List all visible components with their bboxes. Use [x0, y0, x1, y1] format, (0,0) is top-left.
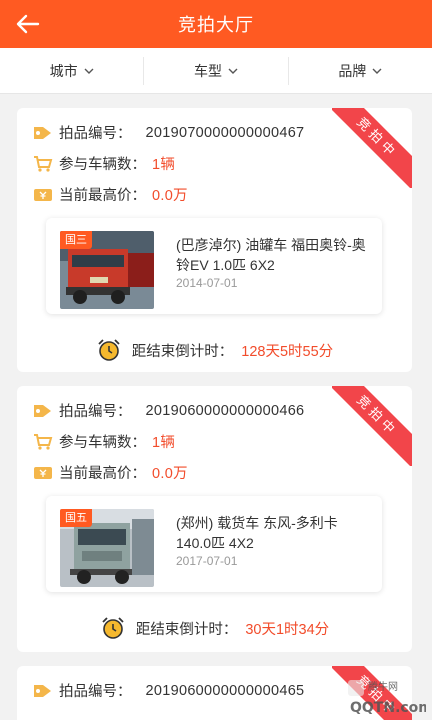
- vehicle-description: (巴彦淖尔) 油罐车 福田奥铃-奥铃EV 1.0匹 6X2: [176, 237, 366, 273]
- arrow-left-icon: [16, 14, 40, 34]
- vehicle-description: (郑州) 载货车 东风-多利卡 140.0匹 4X2: [176, 515, 338, 551]
- vehicle-count-row: 参与车辆数： 1辆: [33, 431, 175, 452]
- countdown-value: 30天1时34分: [245, 621, 330, 638]
- vehicle-count-row: 参与车辆数： 1辆: [33, 153, 175, 174]
- vehicle-photo: 国三: [60, 231, 154, 309]
- highest-price-value: 0.0万: [152, 188, 188, 204]
- alarm-clock-icon: [96, 338, 122, 362]
- tag-icon: [33, 402, 53, 420]
- lot-number-label: 拍品编号：: [59, 126, 132, 142]
- lot-number-value: 2019060000000000466: [145, 402, 305, 419]
- lot-number-row: 拍品编号： 2019060000000000465: [33, 680, 304, 701]
- emission-badge: 国三: [60, 231, 92, 249]
- highest-price-row: 当前最高价： 0.0万: [33, 462, 188, 483]
- lot-number-row: 拍品编号： 2019060000000000466: [33, 400, 304, 421]
- countdown-row: 距结束倒计时： 128天5时55分: [17, 338, 412, 362]
- vehicle-photo: 国五: [60, 509, 154, 587]
- tag-icon: [33, 682, 53, 700]
- countdown-label: 距结束倒计时：: [131, 343, 234, 360]
- back-button[interactable]: [14, 10, 42, 38]
- tag-icon: [33, 124, 53, 142]
- lot-number-label: 拍品编号：: [59, 404, 132, 420]
- vehicle-count-label: 参与车辆数：: [59, 435, 146, 451]
- status-ribbon: 竞拍中: [332, 386, 412, 466]
- vehicle-count-value: 1辆: [152, 157, 176, 173]
- lot-number-value: 2019060000000000465: [145, 682, 305, 699]
- filter-type[interactable]: 车型: [143, 56, 287, 85]
- countdown-value: 128天5时55分: [241, 343, 334, 360]
- vehicle-date: 2014-07-01: [176, 276, 238, 290]
- emission-badge: 国五: [60, 509, 92, 527]
- filter-label: 城市: [49, 62, 78, 79]
- highest-price-value: 0.0万: [152, 466, 188, 482]
- cart-icon: [33, 155, 53, 173]
- auction-card[interactable]: 竞拍中 拍品编号： 2019070000000000467 参与车辆数： 1辆 …: [17, 108, 412, 372]
- countdown-label: 距结束倒计时：: [135, 621, 238, 638]
- chevron-down-icon: [372, 66, 382, 76]
- highest-price-row: 当前最高价： 0.0万: [33, 184, 188, 205]
- vehicle-count-value: 1辆: [152, 435, 176, 451]
- watermark-bottom: QQTN.com: [350, 700, 426, 716]
- chevron-down-icon: [228, 66, 238, 76]
- site-watermark: 腾牛网 QQTN.com: [348, 676, 432, 716]
- money-icon: [33, 464, 53, 482]
- lot-number-row: 拍品编号： 2019070000000000467: [33, 122, 304, 143]
- alarm-clock-icon: [100, 616, 126, 640]
- watermark-top: 腾牛网: [368, 680, 398, 693]
- filter-brand[interactable]: 品牌: [287, 56, 432, 85]
- status-ribbon-label: 竞拍中: [332, 386, 412, 466]
- vehicle-date: 2017-07-01: [176, 554, 238, 568]
- page-title: 竞拍大厅: [178, 15, 254, 35]
- status-ribbon: 竞拍中: [332, 108, 412, 188]
- cart-icon: [33, 433, 53, 451]
- vehicle-count-label: 参与车辆数：: [59, 157, 146, 173]
- highest-price-label: 当前最高价：: [59, 188, 146, 204]
- vehicle-card[interactable]: 国五 (郑州) 载货车 东风-多利卡 140.0匹 4X2 2017-07-01: [46, 496, 382, 592]
- filter-bar: 城市 车型 品牌: [0, 48, 432, 94]
- status-ribbon-label: 竞拍中: [332, 108, 412, 188]
- lot-number-value: 2019070000000000467: [145, 124, 305, 141]
- app-header: 竞拍大厅: [0, 0, 432, 48]
- filter-city[interactable]: 城市: [0, 57, 143, 85]
- vehicle-card[interactable]: 国三 (巴彦淖尔) 油罐车 福田奥铃-奥铃EV 1.0匹 6X2 2014-07…: [46, 218, 382, 314]
- lot-number-label: 拍品编号：: [59, 684, 132, 700]
- filter-label: 车型: [193, 62, 222, 79]
- countdown-row: 距结束倒计时： 30天1时34分: [17, 616, 412, 640]
- chevron-down-icon: [84, 66, 94, 76]
- highest-price-label: 当前最高价：: [59, 466, 146, 482]
- money-icon: [33, 186, 53, 204]
- filter-label: 品牌: [338, 62, 367, 79]
- auction-card[interactable]: 竞拍中 拍品编号： 2019060000000000466 参与车辆数： 1辆 …: [17, 386, 412, 652]
